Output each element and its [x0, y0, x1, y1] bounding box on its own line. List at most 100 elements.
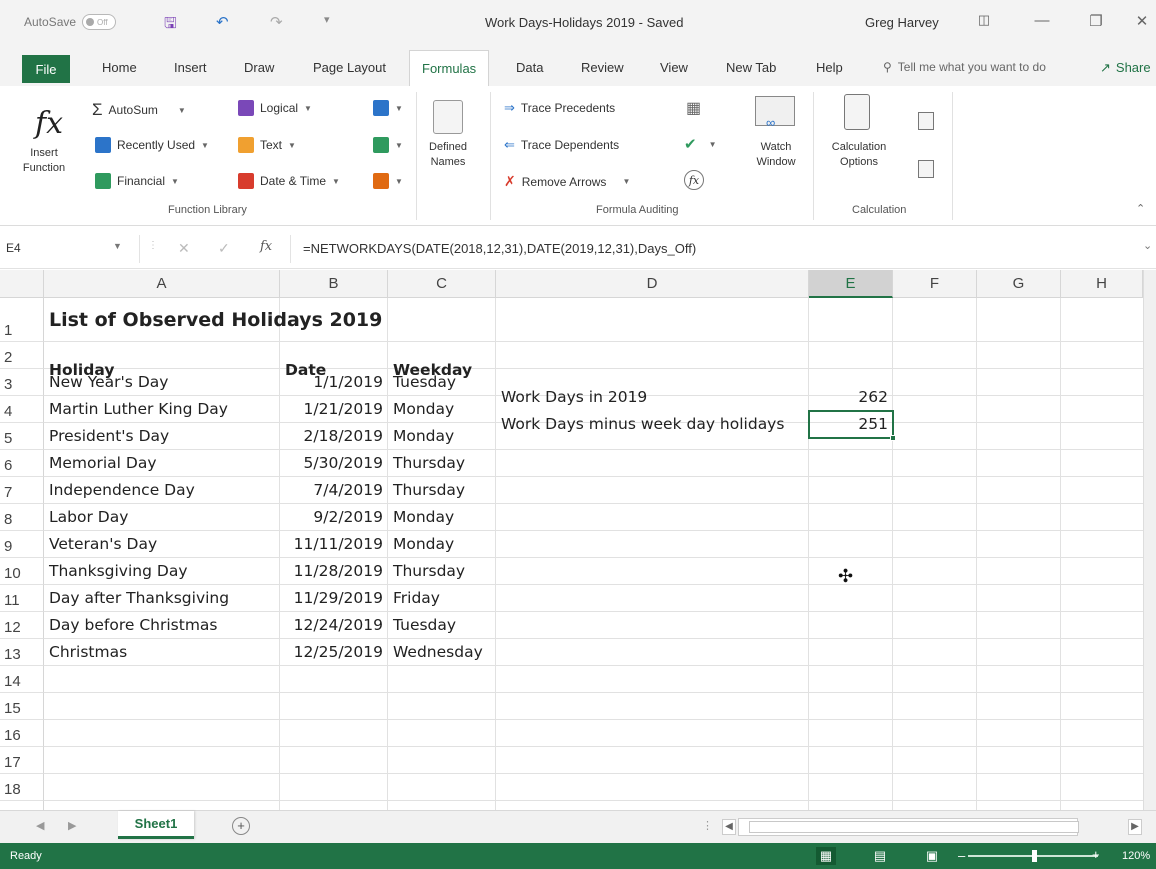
holiday-date-cell[interactable]: 1/1/2019: [280, 369, 388, 396]
holiday-date-cell[interactable]: 12/25/2019: [280, 639, 388, 666]
column-header-b[interactable]: B: [280, 270, 388, 298]
holiday-holiday-cell[interactable]: Veteran's Day: [44, 531, 280, 558]
zoom-out-icon[interactable]: –: [958, 848, 965, 863]
row-header-3[interactable]: 3: [0, 369, 44, 396]
page-layout-view-icon[interactable]: ▤: [870, 847, 890, 865]
column-header-c[interactable]: C: [388, 270, 496, 298]
insert-function-icon[interactable]: fx: [35, 106, 63, 141]
row-header-13[interactable]: 13: [0, 639, 44, 666]
zoom-in-icon[interactable]: +: [1092, 847, 1100, 862]
math-trig-button[interactable]: ▼: [373, 137, 403, 153]
logical-button[interactable]: Logical ▼: [238, 100, 312, 116]
row-header-8[interactable]: 8: [0, 504, 44, 531]
customize-toolbar-icon[interactable]: ▾: [324, 13, 330, 26]
holiday-holiday-cell[interactable]: Independence Day: [44, 477, 280, 504]
tab-new-tab[interactable]: New Tab: [726, 60, 776, 75]
tab-formulas[interactable]: Formulas: [409, 50, 490, 87]
user-name[interactable]: Greg Harvey: [865, 15, 939, 30]
row-header-11[interactable]: 11: [0, 585, 44, 612]
holiday-holiday-cell[interactable]: Labor Day: [44, 504, 280, 531]
zoom-level[interactable]: 120%: [1122, 850, 1150, 862]
row-header-17[interactable]: 17: [0, 747, 44, 774]
tab-help[interactable]: Help: [816, 60, 843, 75]
holiday-weekday-cell[interactable]: Monday: [388, 396, 496, 423]
insert-function-icon[interactable]: fx: [260, 239, 272, 254]
save-icon[interactable]: 🖫: [164, 13, 177, 38]
holiday-holiday-cell[interactable]: New Year's Day: [44, 369, 280, 396]
calculator-icon[interactable]: [844, 94, 870, 130]
defined-names-icon[interactable]: [433, 100, 463, 134]
insert-function-button[interactable]: Insert Function: [22, 146, 66, 176]
trace-precedents-button[interactable]: ⇒ Trace Precedents: [504, 100, 615, 116]
holiday-holiday-cell[interactable]: Martin Luther King Day: [44, 396, 280, 423]
redo-icon[interactable]: ↷: [270, 13, 283, 31]
tab-draw[interactable]: Draw: [244, 60, 274, 75]
row-header-7[interactable]: 7: [0, 477, 44, 504]
tab-home[interactable]: Home: [102, 60, 137, 75]
tab-page-layout[interactable]: Page Layout: [313, 60, 386, 75]
holiday-weekday-cell[interactable]: Friday: [388, 585, 496, 612]
formula-input[interactable]: =NETWORKDAYS(DATE(2018,12,31),DATE(2019,…: [290, 235, 1156, 263]
row-header-9[interactable]: 9: [0, 531, 44, 558]
calculation-options-button[interactable]: Calculation Options: [823, 140, 895, 170]
fill-handle[interactable]: [890, 435, 896, 441]
next-sheet-icon[interactable]: ▶: [68, 819, 76, 832]
holiday-weekday-cell[interactable]: Tuesday: [388, 369, 496, 396]
chevron-down-icon[interactable]: ▼: [113, 241, 122, 251]
holiday-date-cell[interactable]: 7/4/2019: [280, 477, 388, 504]
row-header-4[interactable]: 4: [0, 396, 44, 423]
row-header-16[interactable]: 16: [0, 720, 44, 747]
page-break-view-icon[interactable]: ▣: [922, 847, 942, 865]
scroll-left-icon[interactable]: ◀: [722, 819, 736, 835]
minimize-icon[interactable]: —: [1030, 12, 1054, 29]
holiday-date-cell[interactable]: 11/11/2019: [280, 531, 388, 558]
ribbon-display-options-icon[interactable]: ◫: [972, 12, 996, 28]
tab-review[interactable]: Review: [581, 60, 624, 75]
zoom-slider-thumb[interactable]: [1032, 850, 1037, 862]
worksheet-grid[interactable]: A B C D E F G H 1 2 3 4 5 6 7 8 9 10 11 12 13 14 15 16 1…: [0, 270, 1156, 810]
holiday-holiday-cell[interactable]: Memorial Day: [44, 450, 280, 477]
show-formulas-icon[interactable]: ▦: [686, 98, 701, 118]
holiday-date-cell[interactable]: 11/29/2019: [280, 585, 388, 612]
financial-button[interactable]: Financial ▼: [95, 173, 179, 189]
autosum-button[interactable]: Σ AutoSum ▼: [92, 100, 186, 120]
date-time-button[interactable]: Date & Time ▼: [238, 173, 340, 189]
column-header-a[interactable]: A: [44, 270, 280, 298]
enter-icon[interactable]: ✓: [218, 240, 230, 257]
prev-sheet-icon[interactable]: ◀: [36, 819, 44, 832]
more-functions-button[interactable]: ▼: [373, 173, 403, 189]
vertical-scrollbar[interactable]: [1143, 270, 1156, 810]
row-header-6[interactable]: 6: [0, 450, 44, 477]
active-cell-selection[interactable]: [808, 410, 896, 441]
normal-view-icon[interactable]: ▦: [816, 847, 836, 865]
trace-dependents-button[interactable]: ⇐ Trace Dependents: [504, 137, 619, 153]
tell-me-search[interactable]: ⚲ Tell me what you want to do: [883, 60, 1046, 74]
holiday-weekday-cell[interactable]: Monday: [388, 504, 496, 531]
holiday-weekday-cell[interactable]: Wednesday: [388, 639, 496, 666]
row-header-18[interactable]: 18: [0, 774, 44, 801]
column-header-g[interactable]: G: [977, 270, 1061, 298]
tab-insert[interactable]: Insert: [174, 60, 207, 75]
row-header-10[interactable]: 10: [0, 558, 44, 585]
horizontal-scroll-thumb[interactable]: [749, 821, 1079, 833]
tab-file[interactable]: File: [22, 55, 70, 83]
expand-formula-bar-icon[interactable]: ⌄: [1143, 239, 1152, 252]
watch-window-icon[interactable]: ∞: [755, 96, 795, 130]
workdays-value-cell[interactable]: 262: [809, 384, 893, 411]
holiday-weekday-cell[interactable]: Thursday: [388, 477, 496, 504]
tab-view[interactable]: View: [660, 60, 688, 75]
column-header-f[interactable]: F: [893, 270, 977, 298]
workdays-minus-label-cell[interactable]: Work Days minus week day holidays: [496, 411, 809, 438]
holiday-date-cell[interactable]: 11/28/2019: [280, 558, 388, 585]
row-header-19[interactable]: 19: [0, 801, 44, 810]
holiday-weekday-cell[interactable]: Monday: [388, 423, 496, 450]
tab-data[interactable]: Data: [516, 60, 543, 75]
undo-icon[interactable]: ↶: [216, 13, 229, 31]
row-header-15[interactable]: 15: [0, 693, 44, 720]
holiday-date-cell[interactable]: 2/18/2019: [280, 423, 388, 450]
watch-window-button[interactable]: Watch Window: [750, 140, 802, 170]
holiday-date-cell[interactable]: 12/24/2019: [280, 612, 388, 639]
holiday-holiday-cell[interactable]: Thanksgiving Day: [44, 558, 280, 585]
row-header-12[interactable]: 12: [0, 612, 44, 639]
holiday-date-cell[interactable]: 5/30/2019: [280, 450, 388, 477]
